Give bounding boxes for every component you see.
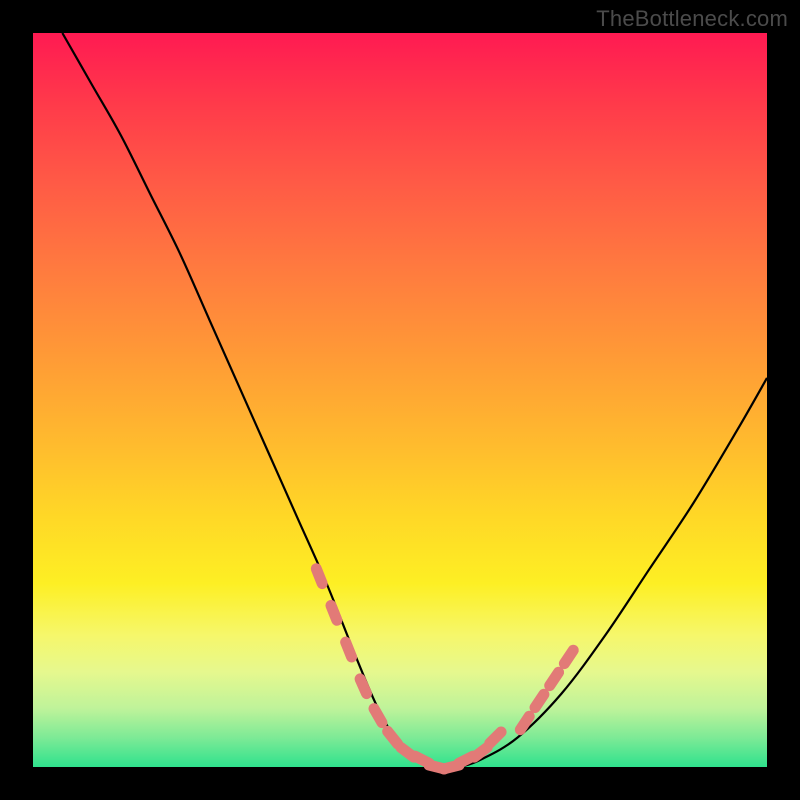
highlight-dash bbox=[564, 650, 573, 663]
bottleneck-curve-svg bbox=[33, 33, 767, 767]
highlight-dash bbox=[331, 605, 337, 620]
highlight-dash bbox=[550, 672, 559, 685]
highlight-dash bbox=[490, 732, 501, 743]
highlight-dash bbox=[474, 748, 487, 758]
highlight-dash bbox=[520, 716, 529, 729]
highlight-dash bbox=[535, 694, 544, 707]
highlight-dash bbox=[360, 679, 366, 694]
highlight-dash bbox=[316, 569, 322, 584]
bottleneck-curve bbox=[62, 33, 767, 768]
highlight-dash bbox=[374, 709, 382, 723]
highlight-dash bbox=[346, 642, 352, 657]
chart-frame: TheBottleneck.com bbox=[0, 0, 800, 800]
highlight-dash bbox=[388, 731, 398, 743]
highlight-dots bbox=[316, 569, 573, 769]
watermark-text: TheBottleneck.com bbox=[596, 6, 788, 32]
